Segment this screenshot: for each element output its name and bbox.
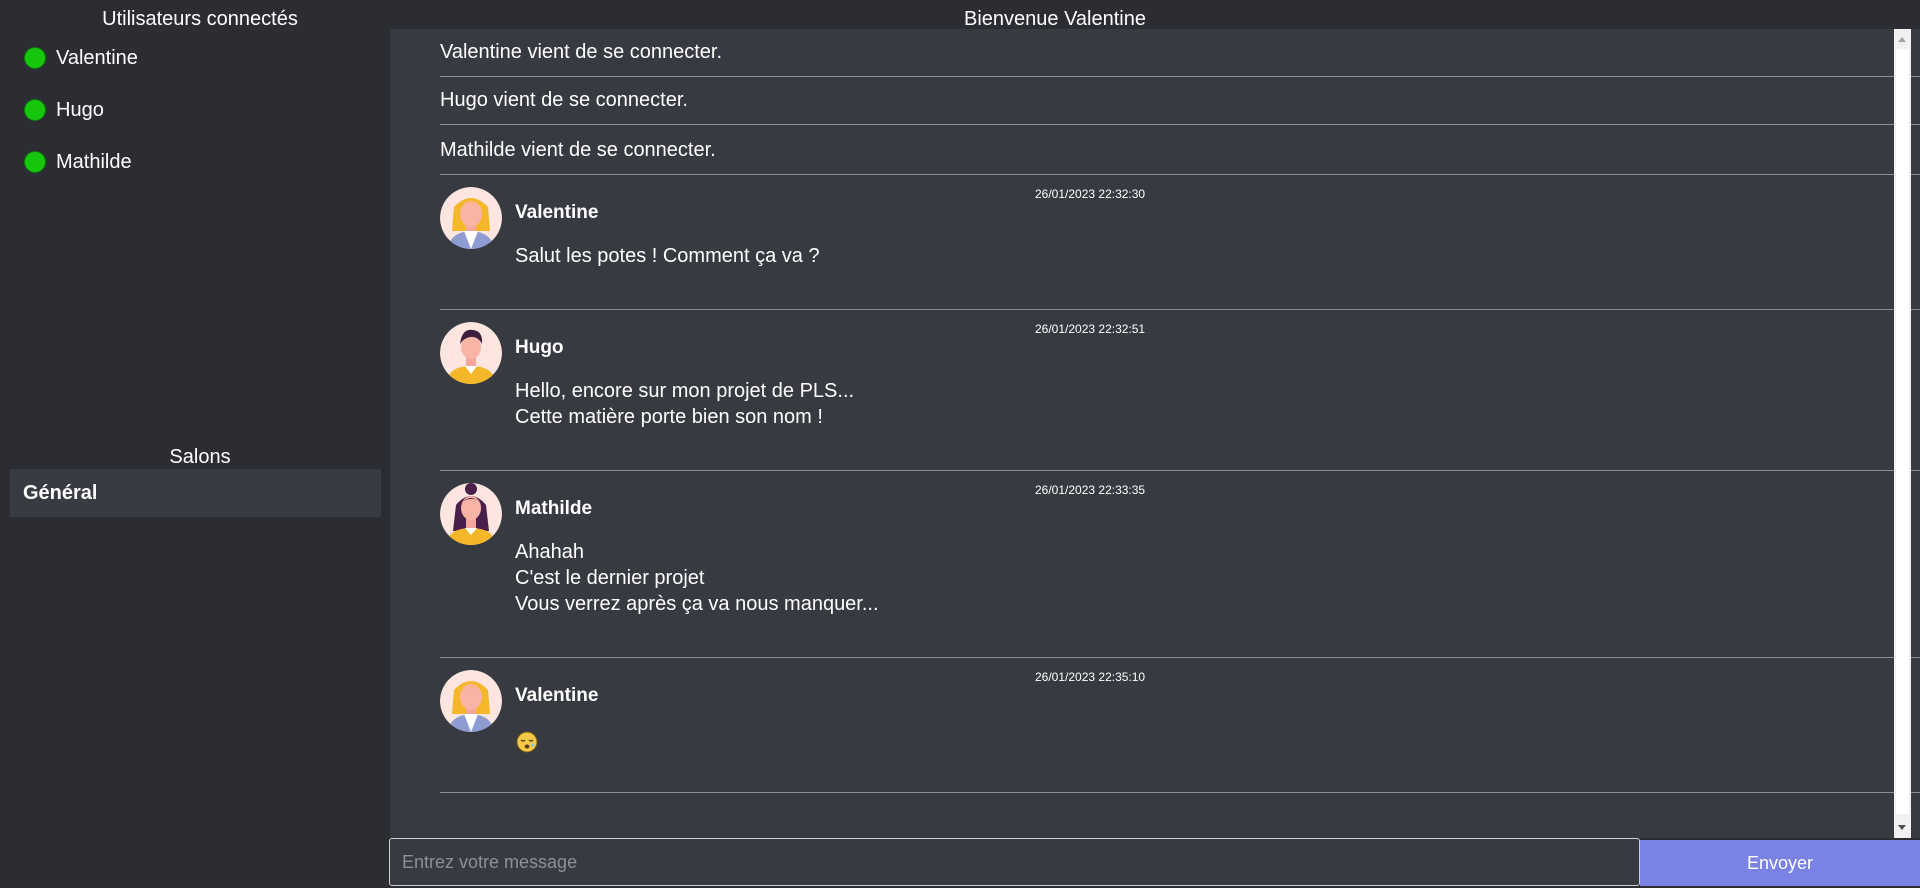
user-name: Hugo xyxy=(56,98,104,121)
message-line: Hello, encore sur mon projet de PLS... xyxy=(515,380,855,402)
system-message: Hugo vient de se connecter. xyxy=(440,77,1920,125)
scroll-down-arrow-icon[interactable] xyxy=(1898,825,1906,830)
user-name: Mathilde xyxy=(56,150,132,173)
user-item-hugo[interactable]: Hugo xyxy=(24,93,104,127)
online-status-icon xyxy=(24,99,46,121)
message-line: Cette matière porte bien son nom ! xyxy=(515,406,823,428)
chat-message: Valentine 26/01/2023 22:35:10 xyxy=(440,658,1920,793)
rooms-title: Salons xyxy=(169,446,231,468)
message-author: Mathilde xyxy=(515,498,593,519)
message-timestamp: 26/01/2023 22:35:10 xyxy=(1035,670,1146,684)
message-timestamp: 26/01/2023 22:32:51 xyxy=(1035,322,1146,336)
chat-message: Valentine 26/01/2023 22:32:30 Salut les … xyxy=(440,175,1920,310)
chat-message: Hugo 26/01/2023 22:32:51 Hello, encore s… xyxy=(440,310,1920,471)
user-item-mathilde[interactable]: Mathilde xyxy=(24,145,132,179)
connected-users-title: Utilisateurs connectés xyxy=(102,8,298,30)
sleeping-face-emoji-icon xyxy=(516,731,538,753)
online-status-icon xyxy=(24,47,46,69)
system-message: Valentine vient de se connecter. xyxy=(440,29,1920,77)
message-line: Ahahah xyxy=(515,541,584,563)
page-title: Bienvenue Valentine xyxy=(964,8,1146,30)
message-text: Ahahah C'est le dernier projet Vous verr… xyxy=(515,539,879,617)
message-list-scrollbar[interactable] xyxy=(1894,29,1911,838)
user-name: Valentine xyxy=(56,46,138,69)
sidebar: Utilisateurs connectés Valentine Hugo Ma… xyxy=(0,0,390,888)
send-button[interactable]: Envoyer xyxy=(1640,840,1920,886)
message-input[interactable] xyxy=(389,838,1640,886)
scroll-up-arrow-icon[interactable] xyxy=(1898,37,1906,42)
system-message: Mathilde vient de se connecter. xyxy=(440,127,1920,175)
online-status-icon xyxy=(24,151,46,173)
message-timestamp: 26/01/2023 22:32:30 xyxy=(1035,187,1146,201)
message-author: Valentine xyxy=(515,202,599,223)
message-text: Salut les potes ! Comment ça va ? xyxy=(515,243,820,269)
woman-blonde-avatar-icon xyxy=(440,670,502,732)
woman-dark-hair-avatar-icon xyxy=(440,483,502,545)
room-item-general[interactable]: Général xyxy=(10,469,381,517)
woman-blonde-avatar-icon xyxy=(440,187,502,249)
message-line: Vous verrez après ça va nous manquer... xyxy=(515,593,879,615)
message-line: C'est le dernier projet xyxy=(515,567,705,589)
message-line: Salut les potes ! Comment ça va ? xyxy=(515,245,820,267)
scrollbar-thumb[interactable] xyxy=(1896,49,1909,814)
message-timestamp: 26/01/2023 22:33:35 xyxy=(1035,483,1146,497)
chat-app: Utilisateurs connectés Valentine Hugo Ma… xyxy=(0,0,1920,888)
user-item-valentine[interactable]: Valentine xyxy=(24,41,138,75)
message-author: Hugo xyxy=(515,337,564,358)
man-dark-hair-avatar-icon xyxy=(440,322,502,384)
message-list[interactable]: Valentine vient de se connecter. Hugo vi… xyxy=(390,29,1920,838)
message-author: Valentine xyxy=(515,685,599,706)
message-text: Hello, encore sur mon projet de PLS... C… xyxy=(515,378,854,430)
chat-message: Mathilde 26/01/2023 22:33:35 Ahahah C'es… xyxy=(440,471,1920,658)
